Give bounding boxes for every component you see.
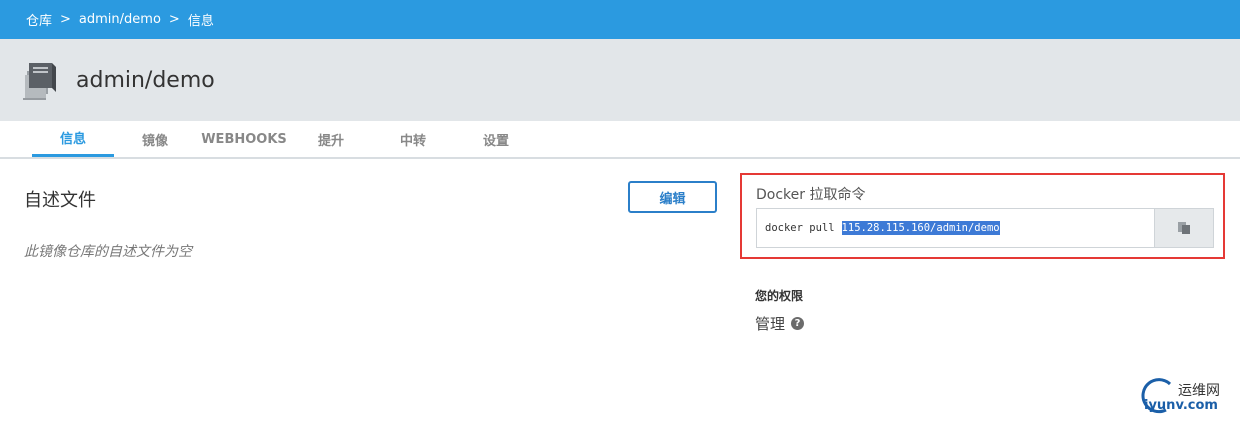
copy-command-button[interactable] <box>1154 208 1214 248</box>
breadcrumb-separator: > <box>168 12 180 27</box>
edit-readme-button[interactable]: 编辑 <box>628 181 717 213</box>
tab-info[interactable]: 信息 <box>32 121 114 157</box>
readme-empty-text: 此镜像仓库的自述文件为空 <box>24 244 192 260</box>
tab-images[interactable]: 镜像 <box>114 121 196 157</box>
repo-header: admin/demo <box>0 39 1240 121</box>
permissions-title: 您的权限 <box>755 289 804 303</box>
permissions-value: 管理 <box>755 315 786 333</box>
books-icon <box>23 63 56 100</box>
copy-icon <box>1178 222 1190 234</box>
top-bar: 仓库 > admin/demo > 信息 <box>0 0 1240 39</box>
breadcrumb-repositories-link[interactable]: 仓库 <box>26 10 52 29</box>
docker-pull-command-target: 115.28.115.160/admin/demo <box>841 221 1000 235</box>
breadcrumb-separator: > <box>60 12 71 27</box>
tab-promotion[interactable]: 提升 <box>292 121 370 157</box>
tab-settings[interactable]: 设置 <box>456 121 536 157</box>
tab-webhooks[interactable]: WEBHOOKS <box>196 121 292 157</box>
permissions-value-row: 管理 ? <box>755 313 805 334</box>
watermark-cn: 运维网 <box>1178 383 1220 399</box>
breadcrumb: 仓库 > admin/demo > 信息 <box>26 10 214 29</box>
breadcrumb-repo-link[interactable]: admin/demo <box>79 12 161 27</box>
question-circle-icon[interactable]: ? <box>791 317 805 330</box>
repo-title: admin/demo <box>76 67 215 93</box>
watermark-logo: 运维网 iyunv.com <box>1136 376 1236 416</box>
tab-bar: 信息 镜像 WEBHOOKS 提升 中转 设置 <box>0 121 1240 159</box>
readme-title: 自述文件 <box>24 190 96 211</box>
docker-pull-command-prefix: docker pull <box>765 222 835 234</box>
tab-mirroring[interactable]: 中转 <box>370 121 456 157</box>
watermark-en: iyunv.com <box>1144 398 1218 413</box>
docker-pull-title: Docker 拉取命令 <box>756 187 866 203</box>
docker-pull-command-field[interactable]: docker pull 115.28.115.160/admin/demo <box>756 208 1154 248</box>
docker-pull-panel: Docker 拉取命令 docker pull 115.28.115.160/a… <box>740 173 1225 259</box>
breadcrumb-current: 信息 <box>187 14 214 29</box>
